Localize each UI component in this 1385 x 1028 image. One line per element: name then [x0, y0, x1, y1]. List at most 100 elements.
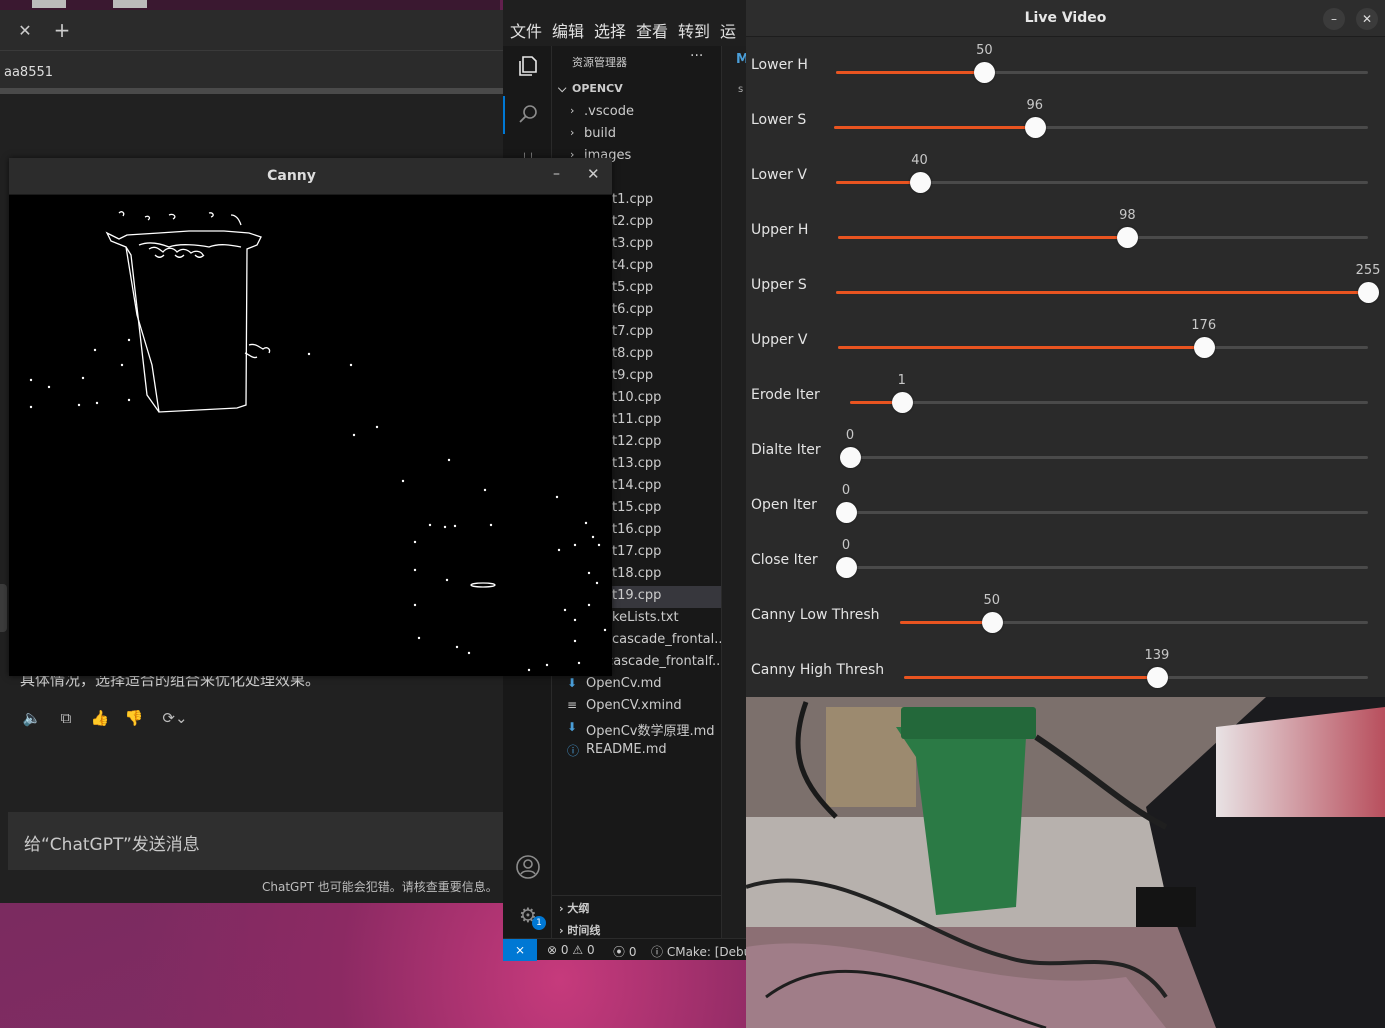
warning-icon: ⚠	[572, 943, 584, 957]
problems-status[interactable]: ⊗ 0 ⚠ 0	[547, 943, 595, 957]
trackbar-knob[interactable]	[974, 62, 996, 83]
outline-section[interactable]: › 大纲	[559, 900, 589, 916]
trackbar-fill	[900, 621, 992, 624]
menu-file[interactable]: 文件	[510, 18, 542, 42]
cmake-status[interactable]: ⓘ CMake: [Debu	[651, 943, 751, 960]
close-button[interactable]: ✕	[587, 165, 603, 183]
file-type-icon: ≡	[567, 698, 578, 712]
trackbar-knob[interactable]	[1117, 227, 1139, 248]
file-label: t11.cpp	[612, 412, 662, 427]
trackbar-label: Open Iter	[751, 497, 817, 513]
speaker-icon[interactable]: 🔈	[22, 708, 42, 728]
trackbar-knob[interactable]	[891, 392, 913, 413]
folder-root[interactable]: ⌵ OPENCV	[552, 80, 721, 102]
trackbar-label: Dialte Iter	[751, 442, 821, 458]
trackbar-value: 0	[841, 538, 851, 553]
trackbar-track[interactable]	[834, 117, 1368, 138]
file-label: keLists.txt	[612, 610, 679, 625]
thumbs-up-icon[interactable]: 👍	[90, 708, 110, 728]
trackbar-track[interactable]	[838, 227, 1368, 248]
menu-go[interactable]: 转到	[678, 18, 710, 42]
file-type-icon: ⬇	[567, 720, 578, 734]
minimize-button[interactable]: –	[1323, 8, 1345, 30]
trackbar-knob[interactable]	[1358, 282, 1379, 303]
file-item[interactable]: ⬇ OpenCv数学原理.md	[552, 718, 721, 740]
warning-count: 0	[586, 943, 595, 957]
trackbar-label: Upper S	[751, 277, 807, 293]
top-strip-item	[32, 0, 66, 8]
timeline-section[interactable]: › 时间线	[559, 922, 600, 938]
file-label: t9.cpp	[612, 368, 654, 383]
trackbar-value: 255	[1355, 263, 1381, 278]
file-label: t5.cpp	[612, 280, 654, 295]
menu-selection[interactable]: 选择	[594, 18, 626, 42]
regenerate-icon[interactable]: ⟳⌄	[158, 708, 192, 728]
trackbar-row: Lower V 40	[746, 147, 1385, 202]
info-icon: ⓘ	[651, 945, 664, 959]
remote-icon[interactable]: ⨯	[503, 939, 537, 961]
file-label: OpenCv数学原理.md	[586, 724, 715, 739]
trackbar-track[interactable]	[836, 282, 1379, 303]
trackbar-fill	[904, 676, 1157, 679]
thumbs-down-icon[interactable]: 👎	[124, 708, 144, 728]
trackbar-knob[interactable]	[836, 557, 857, 578]
trackbar-track[interactable]	[900, 612, 1368, 633]
menu-view[interactable]: 查看	[636, 18, 668, 42]
trackbar-track[interactable]	[850, 392, 1368, 413]
trackbar-knob[interactable]	[1193, 337, 1215, 358]
canny-titlebar[interactable]: Canny – ✕	[9, 158, 612, 195]
file-label: t3.cpp	[612, 236, 654, 251]
trackbar-knob[interactable]	[1024, 117, 1046, 138]
file-item[interactable]: ≡ OpenCV.xmind	[552, 696, 721, 718]
timeline-label: 时间线	[567, 924, 601, 937]
file-label: t4.cpp	[612, 258, 654, 273]
minimize-button[interactable]: –	[553, 166, 569, 182]
top-strip-item	[113, 0, 147, 8]
trackbar-track[interactable]	[838, 337, 1368, 358]
menu-edit[interactable]: 编辑	[552, 18, 584, 42]
file-label: README.md	[586, 742, 667, 757]
address-bar[interactable]: aa8551	[0, 50, 503, 94]
trackbar-row: Canny High Thresh 139	[746, 642, 1385, 697]
trackbar-track[interactable]	[836, 172, 1368, 193]
canny-window: Canny – ✕	[9, 158, 612, 676]
file-item[interactable]: ⬇ OpenCv.md	[552, 674, 721, 696]
plus-icon[interactable]: +	[50, 18, 74, 42]
trackbar-fill	[834, 126, 1035, 129]
trackbar-row: Canny Low Thresh 50	[746, 587, 1385, 642]
close-icon[interactable]: ✕	[14, 20, 36, 42]
explorer-icon[interactable]	[515, 54, 541, 80]
trackbar-value: 176	[1191, 318, 1217, 333]
error-icon: ⊗	[547, 943, 558, 957]
trackbar-track[interactable]	[836, 62, 1368, 83]
trackbar-track[interactable]	[904, 667, 1368, 688]
folder-item[interactable]: › build	[552, 124, 721, 146]
account-icon[interactable]	[515, 854, 541, 880]
live-video-titlebar[interactable]: Live Video – ✕	[746, 0, 1385, 37]
trackbar-row: Close Iter 0	[746, 532, 1385, 587]
more-actions-icon[interactable]: ···	[690, 48, 703, 64]
file-type-icon: ⬇	[567, 676, 578, 690]
search-icon[interactable]	[515, 102, 541, 128]
trackbar-value: 40	[911, 153, 928, 168]
close-button[interactable]: ✕	[1356, 8, 1378, 30]
trackbar-knob[interactable]	[981, 612, 1003, 633]
trackbar-fill	[836, 71, 985, 74]
ports-count: 0	[628, 945, 637, 959]
copy-icon[interactable]: ⧉	[56, 708, 76, 728]
trackbar-knob[interactable]	[840, 447, 861, 468]
trackbar-knob[interactable]	[909, 172, 931, 193]
trackbar-knob[interactable]	[1146, 667, 1168, 688]
explorer-title: 资源管理器	[572, 56, 627, 69]
message-input[interactable]: 给“ChatGPT”发送消息	[8, 812, 503, 870]
trackbar-track[interactable]	[840, 447, 1368, 468]
trackbar-track[interactable]	[836, 557, 1368, 578]
sidebar-handle[interactable]	[0, 584, 7, 632]
antenna-icon: ⦿	[613, 945, 626, 959]
ports-status[interactable]: ⦿ 0	[613, 943, 636, 960]
trackbar-label: Lower V	[751, 167, 807, 183]
folder-item[interactable]: › .vscode	[552, 102, 721, 124]
trackbar-knob[interactable]	[836, 502, 857, 523]
trackbar-track[interactable]	[836, 502, 1368, 523]
file-item[interactable]: ⓘ README.md	[552, 740, 721, 762]
